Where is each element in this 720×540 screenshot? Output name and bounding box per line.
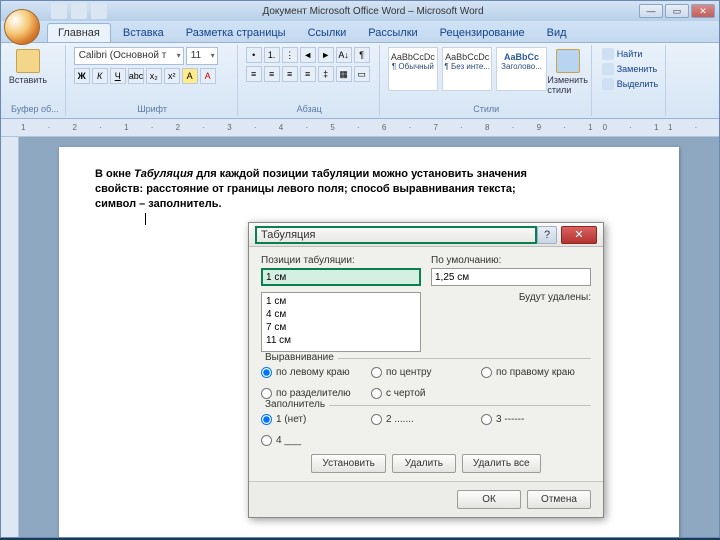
replace-icon [602,63,614,75]
tab-home[interactable]: Главная [47,23,111,42]
font-size-combo[interactable]: 11 [186,47,218,65]
close-button[interactable]: ✕ [691,4,715,18]
office-button[interactable] [4,9,40,45]
save-icon[interactable] [51,3,67,19]
align-decimal-radio[interactable]: по разделителю [261,388,361,399]
dialog-help-button[interactable]: ? [537,226,557,244]
align-center-button[interactable]: ≡ [264,66,280,82]
select-icon [602,78,614,90]
tab-position-input[interactable] [261,268,421,286]
bold-button[interactable]: Ж [74,68,90,84]
set-button[interactable]: Установить [311,454,386,473]
align-left-button[interactable]: ≡ [246,66,262,82]
show-marks-button[interactable]: ¶ [354,47,370,63]
paste-icon [16,49,40,73]
delete-button[interactable]: Удалить [392,454,456,473]
leader-underline-radio[interactable]: 4 ___ [261,435,361,446]
borders-button[interactable]: ▭ [354,66,370,82]
subscript-button[interactable]: x₂ [146,68,162,84]
change-styles-button[interactable]: Изменить стили [551,47,585,97]
tab-view[interactable]: Вид [537,24,577,42]
tab-positions-list[interactable]: 1 см 4 см 7 см 11 см [261,292,421,352]
dialog-title: Табуляция [255,226,537,244]
highlight-button[interactable]: A [182,68,198,84]
dialog-close-button[interactable]: ✕ [561,226,597,244]
window-title: Документ Microsoft Office Word – Microso… [107,6,639,17]
document-text: В окне Табуляция для каждой позиции табу… [95,167,643,226]
ribbon: Вставить Буфер об... Calibri (Основной т… [1,43,719,119]
group-styles: AaBbCcDc ¶ Обычный AaBbCcDc ¶ Без инте..… [382,45,592,116]
multilevel-button[interactable]: ⋮ [282,47,298,63]
indent-inc-button[interactable]: ► [318,47,334,63]
line-spacing-button[interactable]: ‡ [318,66,334,82]
strike-button[interactable]: abc [128,68,144,84]
alignment-fieldset: Выравнивание по левому краю по центру по… [261,358,591,399]
find-button[interactable]: Найти [600,47,661,61]
minimize-button[interactable]: — [639,4,663,18]
vertical-ruler[interactable] [1,137,19,537]
tab-mailings[interactable]: Рассылки [358,24,427,42]
shading-button[interactable]: ▦ [336,66,352,82]
align-right-button[interactable]: ≡ [282,66,298,82]
leader-dashes-radio[interactable]: 3 ------ [481,414,581,425]
ok-button[interactable]: ОК [457,490,521,509]
italic-button[interactable]: К [92,68,108,84]
default-tab-input[interactable] [431,268,591,286]
leader-dots-radio[interactable]: 2 ....... [371,414,471,425]
group-editing: Найти Заменить Выделить [594,45,666,116]
tab-page-layout[interactable]: Разметка страницы [176,24,296,42]
dialog-titlebar[interactable]: Табуляция ? ✕ [249,223,603,247]
indent-dec-button[interactable]: ◄ [300,47,316,63]
tab-review[interactable]: Рецензирование [430,24,535,42]
font-color-button[interactable]: A [200,68,216,84]
leader-fieldset: Заполнитель 1 (нет) 2 ....... 3 ------ 4… [261,405,591,446]
will-delete-label: Будут удалены: [431,292,591,303]
tab-references[interactable]: Ссылки [298,24,357,42]
replace-button[interactable]: Заменить [600,62,661,76]
bullets-button[interactable]: • [246,47,262,63]
sort-button[interactable]: A↓ [336,47,352,63]
tab-insert[interactable]: Вставка [113,24,174,42]
align-bar-radio[interactable]: с чертой [371,388,471,399]
select-button[interactable]: Выделить [600,77,661,91]
group-clipboard: Вставить Буфер об... [5,45,66,116]
ribbon-tabs: Главная Вставка Разметка страницы Ссылки… [1,21,719,43]
underline-button[interactable]: Ч [110,68,126,84]
numbering-button[interactable]: 1. [264,47,280,63]
leader-none-radio[interactable]: 1 (нет) [261,414,361,425]
delete-all-button[interactable]: Удалить все [462,454,541,473]
change-styles-icon [556,49,580,73]
default-label: По умолчанию: [431,255,591,266]
paste-button[interactable]: Вставить [11,47,45,87]
style-no-spacing[interactable]: AaBbCcDc ¶ Без инте... [442,47,492,91]
style-normal[interactable]: AaBbCcDc ¶ Обычный [388,47,438,91]
quick-access-toolbar [51,3,107,19]
group-font: Calibri (Основной т 11 Ж К Ч abc x₂ x² A… [68,45,238,116]
group-paragraph: • 1. ⋮ ◄ ► A↓ ¶ ≡ ≡ ≡ ≡ ‡ ▦ ▭ [240,45,380,116]
horizontal-ruler[interactable]: 1 · 2 · 1 · 2 · 3 · 4 · 5 · 6 · 7 · 8 · … [1,119,719,137]
cancel-button[interactable]: Отмена [527,490,591,509]
redo-icon[interactable] [91,3,107,19]
style-heading[interactable]: AaBbCc Заголово... [496,47,546,91]
superscript-button[interactable]: x² [164,68,180,84]
tabs-dialog: Табуляция ? ✕ Позиции табуляции: По умол… [248,222,604,518]
font-name-combo[interactable]: Calibri (Основной т [74,47,184,65]
undo-icon[interactable] [71,3,87,19]
align-right-radio[interactable]: по правому краю [481,367,581,378]
tab-position-label: Позиции табуляции: [261,255,421,266]
titlebar: Документ Microsoft Office Word – Microso… [1,1,719,21]
justify-button[interactable]: ≡ [300,66,316,82]
find-icon [602,48,614,60]
align-left-radio[interactable]: по левому краю [261,367,361,378]
maximize-button[interactable]: ▭ [665,4,689,18]
text-cursor [145,213,146,225]
align-center-radio[interactable]: по центру [371,367,471,378]
